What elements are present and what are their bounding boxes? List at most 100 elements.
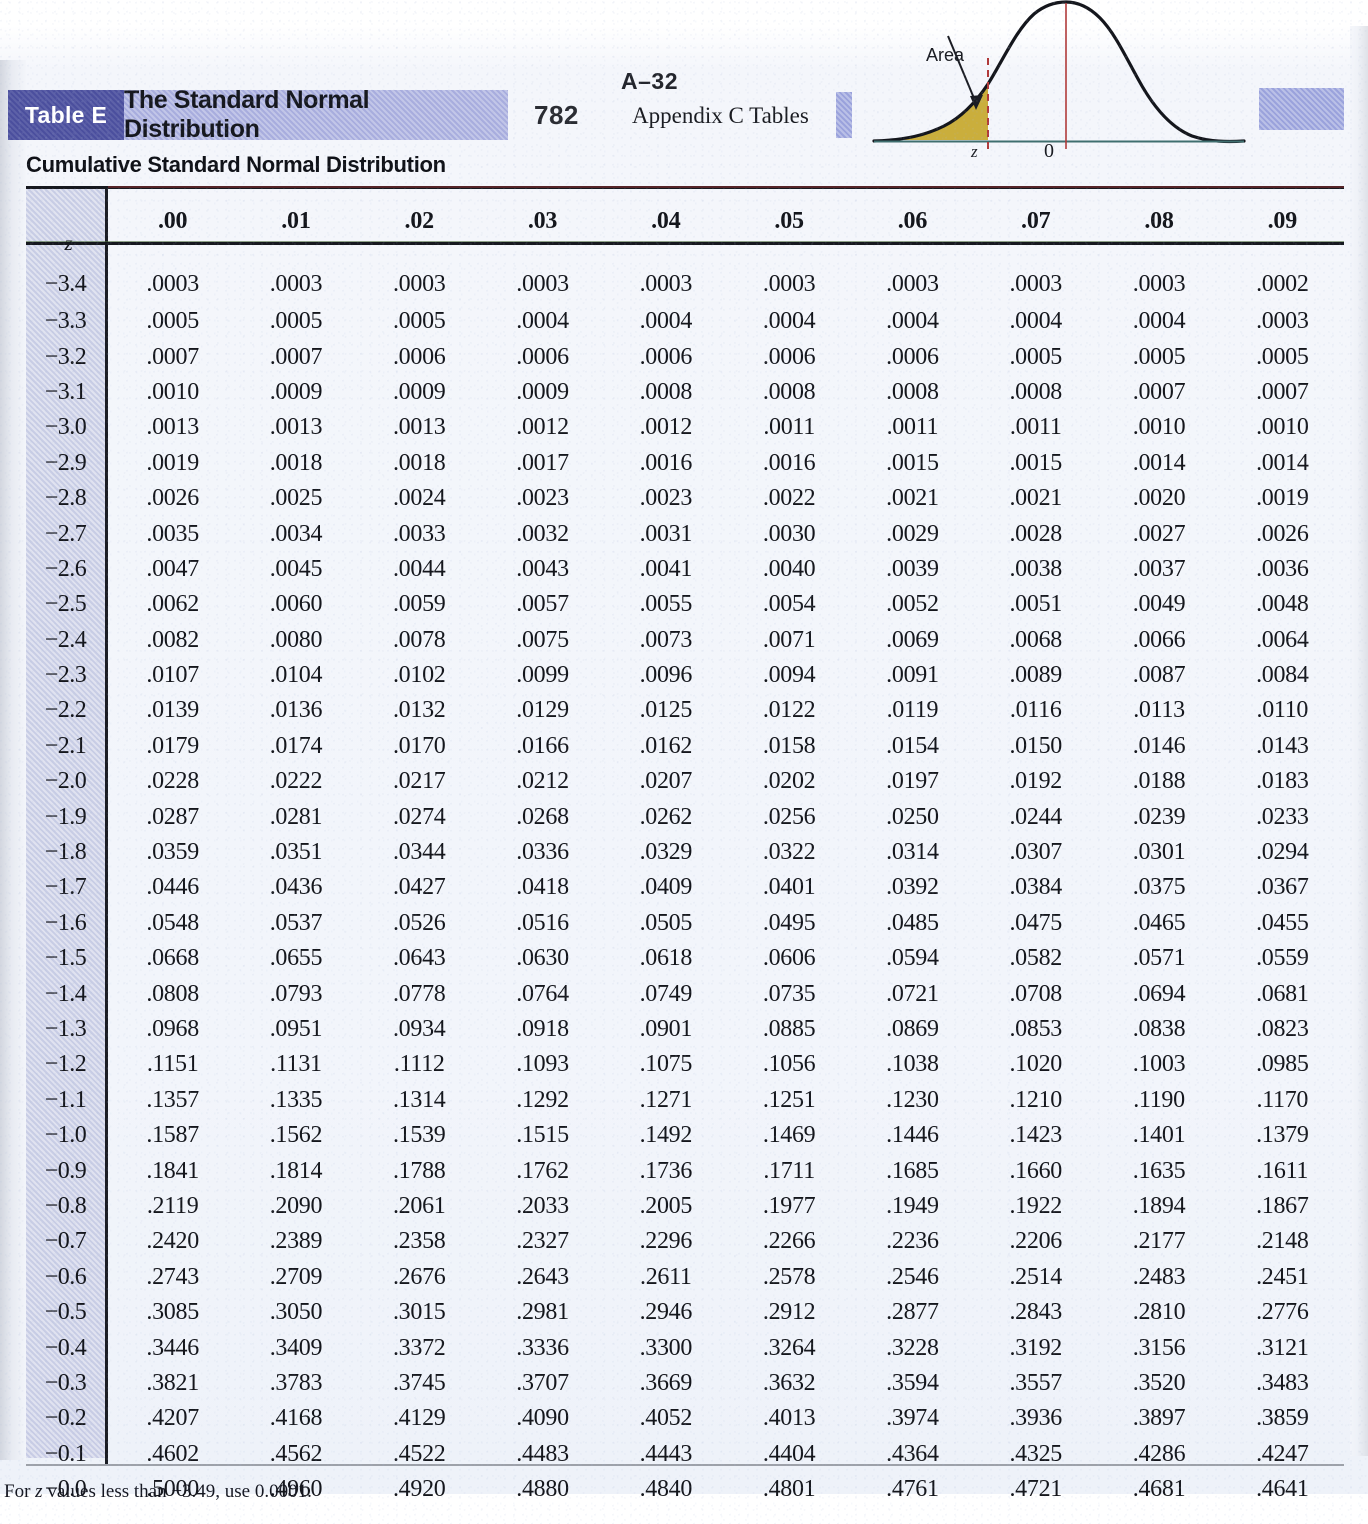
probability-cell: .3821 (146, 1369, 199, 1396)
probability-cell: .0009 (392, 378, 446, 405)
probability-cell: .0721 (886, 980, 939, 1007)
probability-cell: .0014 (1132, 449, 1186, 476)
probability-cell: .2483 (1132, 1263, 1186, 1290)
probability-cell: .4286 (1132, 1440, 1186, 1467)
probability-cell: .0080 (269, 626, 323, 653)
z-axis-tick-label: z (971, 142, 978, 161)
probability-cell: .0749 (639, 980, 693, 1007)
probability-cell: .0003 (886, 270, 939, 297)
probability-cell: .3745 (392, 1369, 446, 1396)
probability-cell: .0004 (639, 308, 693, 335)
probability-cell: .0735 (762, 980, 816, 1007)
probability-cell: .1423 (1009, 1122, 1062, 1149)
column-header-z: z (26, 186, 111, 256)
probability-cell: .0099 (516, 662, 569, 689)
decorative-tab-right (1259, 88, 1344, 130)
probability-cell: .0007 (146, 343, 199, 370)
section-heading: Cumulative Standard Normal Distribution (26, 152, 446, 177)
probability-cell: .0057 (516, 591, 569, 618)
probability-cell: .0655 (269, 945, 323, 972)
table-row: −1.2 .1151 .1131 .1112 .1093 .1075 .1056 .1038.… (26, 1047, 1344, 1082)
column-header-07: .07 (1021, 207, 1051, 234)
z-value-cell: −1.4 (44, 980, 87, 1007)
probability-cell: .0869 (886, 1016, 939, 1042)
probability-cell: .0068 (1009, 626, 1062, 653)
z-value-cell: −0.1 (44, 1440, 87, 1467)
probability-cell: .0003 (146, 270, 199, 297)
probability-cell: .0268 (516, 803, 569, 830)
probability-cell: .0021 (1009, 485, 1062, 512)
probability-cell: .1736 (639, 1157, 693, 1184)
probability-cell: .0004 (516, 308, 569, 335)
probability-cell: .3085 (146, 1299, 199, 1326)
table-row: −2.6 .0047 .0045 .0044 .0043 .0041 .0040 .0039.… (26, 552, 1344, 587)
probability-cell: .0066 (1132, 626, 1186, 653)
table-row: −1.5 .0668 .0655 .0643 .0630 .0618 .0606 .0594.… (26, 941, 1344, 976)
probability-cell: .0040 (762, 555, 816, 582)
probability-cell: .2358 (392, 1228, 446, 1255)
probability-cell: .0023 (516, 485, 569, 512)
z-value-cell: −1.5 (44, 945, 87, 972)
probability-cell: .0021 (886, 485, 939, 512)
probability-cell: .1814 (269, 1157, 323, 1184)
probability-cell: .0436 (269, 874, 323, 901)
probability-cell: .0465 (1132, 909, 1186, 936)
probability-cell: .0694 (1132, 980, 1186, 1007)
probability-cell: .0010 (1256, 414, 1309, 441)
probability-cell: .2810 (1132, 1299, 1186, 1326)
probability-cell: .2327 (516, 1228, 569, 1255)
footnote-prefix: For (4, 1481, 36, 1502)
probability-cell: .0287 (146, 803, 199, 830)
probability-cell: .1977 (762, 1192, 816, 1219)
probability-cell: .3936 (1009, 1405, 1062, 1432)
probability-cell: .0281 (269, 803, 323, 830)
probability-cell: .0559 (1256, 945, 1309, 972)
probability-cell: .0188 (1132, 768, 1186, 795)
probability-cell: .0006 (762, 343, 816, 370)
probability-cell: .2611 (640, 1263, 692, 1290)
probability-cell: .0951 (269, 1016, 323, 1042)
probability-cell: .0006 (392, 343, 446, 370)
probability-cell: .0017 (516, 449, 569, 476)
probability-cell: .0427 (392, 874, 446, 901)
probability-cell: .0336 (516, 839, 569, 866)
probability-cell: .4522 (392, 1440, 446, 1467)
column-header-09: .09 (1267, 207, 1298, 234)
probability-cell: .3707 (516, 1369, 569, 1396)
table-row: −1.4 .0808 .0793 .0778 .0764 .0749 .0735 .0721.… (26, 976, 1344, 1011)
probability-cell: .1190 (1133, 1086, 1185, 1113)
probability-cell: .3156 (1132, 1334, 1186, 1361)
probability-cell: .1867 (1256, 1192, 1309, 1219)
table-row: −0.5 .3085 .3050 .3015 .2981 .2946 .2912 .2877.… (26, 1295, 1344, 1330)
probability-cell: .1056 (762, 1051, 816, 1078)
probability-cell: .0043 (516, 555, 569, 582)
probability-cell: .0158 (762, 732, 816, 759)
probability-cell: .0012 (639, 414, 693, 441)
probability-cell: .0052 (886, 591, 939, 618)
probability-cell: .0217 (392, 768, 446, 795)
probability-cell: .2912 (762, 1299, 816, 1326)
probability-cell: .0136 (269, 697, 323, 724)
probability-cell: .0003 (762, 270, 816, 297)
probability-cell: .0606 (762, 945, 816, 972)
probability-cell: .2514 (1009, 1263, 1062, 1290)
probability-cell: .4880 (516, 1476, 569, 1503)
probability-cell: .0036 (1256, 555, 1309, 582)
probability-cell: .2946 (639, 1299, 693, 1326)
probability-cell: .3192 (1009, 1334, 1062, 1361)
probability-cell: .0032 (516, 520, 569, 547)
probability-cell: .2743 (146, 1263, 199, 1290)
probability-cell: .0119 (886, 697, 939, 724)
table-row: −2.5 .0062 .0060 .0059 .0057 .0055 .0054 .0052.… (26, 587, 1344, 622)
probability-cell: .0132 (392, 697, 446, 724)
probability-cell: .0004 (886, 308, 939, 335)
probability-cell: .0020 (1132, 485, 1186, 512)
probability-cell: .4681 (1132, 1476, 1186, 1503)
table-row: −1.8 .0359 .0351 .0344 .0336 .0329 .0322 .0314.… (26, 835, 1344, 870)
probability-cell: .2451 (1256, 1263, 1309, 1290)
probability-cell: .0006 (886, 343, 939, 370)
probability-cell: .0087 (1132, 662, 1186, 689)
probability-cell: .0668 (146, 945, 199, 972)
probability-cell: .2843 (1009, 1299, 1062, 1326)
probability-cell: .0089 (1009, 662, 1062, 689)
